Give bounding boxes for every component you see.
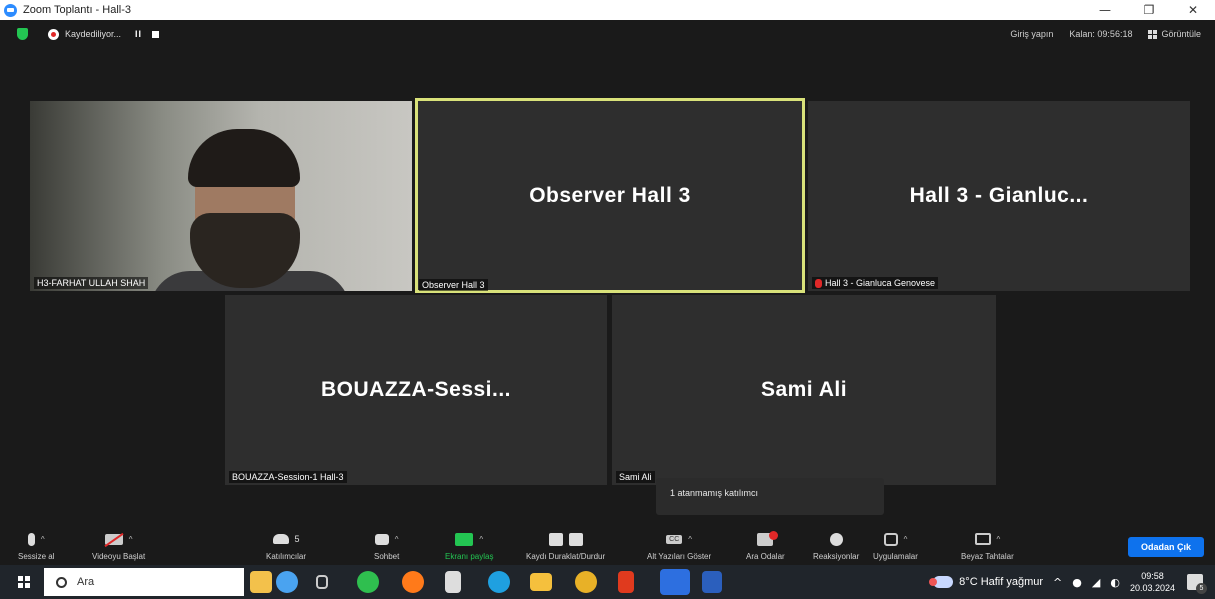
chat-icon [374,533,389,545]
participant-name-label: H3-FARHAT ULLAH SHAH [34,277,149,289]
window-controls: — ❐ ✕ [1083,0,1215,20]
apps-icon [883,532,898,546]
security-shield-icon[interactable] [17,28,28,40]
clock-date: 20.03.2024 [1129,583,1175,593]
sign-in-link[interactable]: Giriş yapın [1010,29,1053,39]
edge-icon[interactable] [488,571,510,593]
video-tile-sami[interactable]: Sami Ali Sami Ali [612,295,996,485]
pause-recording-icon[interactable]: II [135,29,142,39]
notification-center-icon[interactable]: 5 [1187,574,1207,594]
chevron-up-icon[interactable]: ^ [997,535,1001,544]
search-highlight-icon[interactable] [250,571,272,593]
participants-count: 5 [294,534,300,544]
participant-name-label: Sami Ali [616,471,655,483]
participants-button[interactable]: 5 Katılımcılar [266,529,306,561]
video-off-icon [104,532,124,547]
participant-name-label: Observer Hall 3 [419,279,488,291]
window-title: Zoom Toplantı - Hall-3 [23,4,132,16]
start-video-button[interactable]: ^ Videoyu Başlat [92,529,145,561]
participant-display-name: Observer Hall 3 [529,183,691,207]
stop-recording-icon[interactable] [152,30,160,38]
chevron-up-icon[interactable]: ^ [395,535,399,544]
view-label: Görüntüle [1161,29,1201,39]
unassigned-participants-tooltip: 1 atanmamış katılımcı [656,478,884,515]
chat-button[interactable]: ^ Sohbet [374,529,399,561]
chevron-up-icon[interactable]: ^ [129,535,133,544]
whiteboards-button[interactable]: ^ Beyaz Tahtalar [961,529,1014,561]
meeting-toolbar: ^ Sessize al ^ Videoyu Başlat 5 Katılımc… [0,525,1215,565]
smiley-icon [829,532,843,546]
participant-video-hair [188,129,300,187]
pause-stop-recording-button[interactable]: Kaydı Duraklat/Durdur [526,529,605,561]
whiteboard-icon [974,533,991,545]
notification-count: 5 [1196,583,1207,594]
file-explorer-icon[interactable] [530,573,552,591]
participant-name-label: Hall 3 - Gianluca Genovese [812,277,939,289]
calculator-icon[interactable] [445,571,461,593]
meeting-top-bar: Kaydediliyor... II Giriş yapın Kalan: 09… [0,20,1215,48]
remaining-time: Kalan: 09:56:18 [1069,29,1133,39]
reactions-button[interactable]: Reaksiyonlar [813,529,859,561]
word-icon[interactable] [702,571,722,593]
system-tray: 8°C Hafif yağmur ^ ● ◢ ◐ 09:58 20.03.202… [929,565,1215,599]
video-tile-gianluca[interactable]: Hall 3 - Gianluc... Hall 3 - Gianluca Ge… [808,101,1190,291]
mute-button[interactable]: ^ Sessize al [18,529,54,561]
volume-icon[interactable]: ◐ [1110,576,1120,589]
taskbar-search[interactable]: Ara [44,568,244,596]
chrome-icon[interactable] [575,571,597,593]
search-placeholder: Ara [77,576,95,588]
video-tile-farhat[interactable]: H3-FARHAT ULLAH SHAH [30,101,412,291]
apps-button[interactable]: ^ Uygulamalar [873,529,918,561]
participants-icon [272,534,289,544]
wifi-icon[interactable]: ◢ [1092,576,1100,589]
weather-icon [929,576,954,588]
window-titlebar: Zoom Toplantı - Hall-3 — ❐ ✕ [0,0,1215,20]
windows-taskbar: Ara 8°C Hafif yağmur ^ ● ◢ ◐ 09:58 20.03… [0,565,1215,599]
task-view-icon[interactable] [316,575,328,589]
zoom-taskbar-icon[interactable] [660,569,690,595]
close-button[interactable]: ✕ [1171,0,1215,20]
taskbar-clock[interactable]: 09:58 20.03.2024 [1130,570,1175,594]
firefox-icon[interactable] [402,571,424,593]
stop-icon [568,532,583,546]
leave-room-button[interactable]: Odadan Çık [1128,537,1204,557]
share-screen-icon [455,532,474,546]
share-screen-button[interactable]: ^ Ekranı paylaş [445,529,493,561]
recording-status: Kaydediliyor... [65,29,122,39]
participant-name-label: BOUAZZA-Session-1 Hall-3 [229,471,347,483]
windows-start-icon[interactable] [18,576,30,588]
contact-icon[interactable] [276,571,298,593]
chevron-up-icon[interactable]: ^ [904,535,908,544]
view-button[interactable]: Görüntüle [1148,29,1201,39]
breakout-rooms-button[interactable]: Ara Odalar [746,529,785,561]
video-tile-observer[interactable]: Observer Hall 3 Observer Hall 3 [415,98,805,293]
microphone-icon[interactable]: ● [1072,576,1082,589]
whatsapp-icon[interactable] [357,571,379,593]
captions-icon: CC [666,534,683,544]
breakout-rooms-icon [757,530,779,546]
clock-time: 09:58 [1141,571,1164,581]
chevron-up-icon[interactable]: ^ [479,535,483,544]
chevron-up-icon[interactable]: ^ [1053,576,1062,589]
video-tile-bouazza[interactable]: BOUAZZA-Sessi... BOUAZZA-Session-1 Hall-… [225,295,607,485]
grid-view-icon [1148,29,1158,39]
participant-display-name: BOUAZZA-Sessi... [320,378,512,401]
chevron-up-icon[interactable]: ^ [41,535,45,544]
muted-mic-icon [815,278,822,288]
office-icon[interactable] [618,571,634,593]
search-icon [56,576,67,588]
microphone-icon [27,532,35,546]
show-captions-button[interactable]: CC ^ Alt Yazıları Göster [647,529,711,561]
minimize-button[interactable]: — [1083,0,1127,20]
zoom-app-icon [4,3,17,17]
pause-icon [548,532,563,546]
weather-text[interactable]: 8°C Hafif yağmur [959,576,1043,588]
restore-button[interactable]: ❐ [1127,0,1171,20]
participant-display-name: Sami Ali [760,378,848,401]
recording-icon [48,28,59,40]
chevron-up-icon[interactable]: ^ [688,535,692,544]
participant-display-name: Hall 3 - Gianluc... [909,184,1089,207]
